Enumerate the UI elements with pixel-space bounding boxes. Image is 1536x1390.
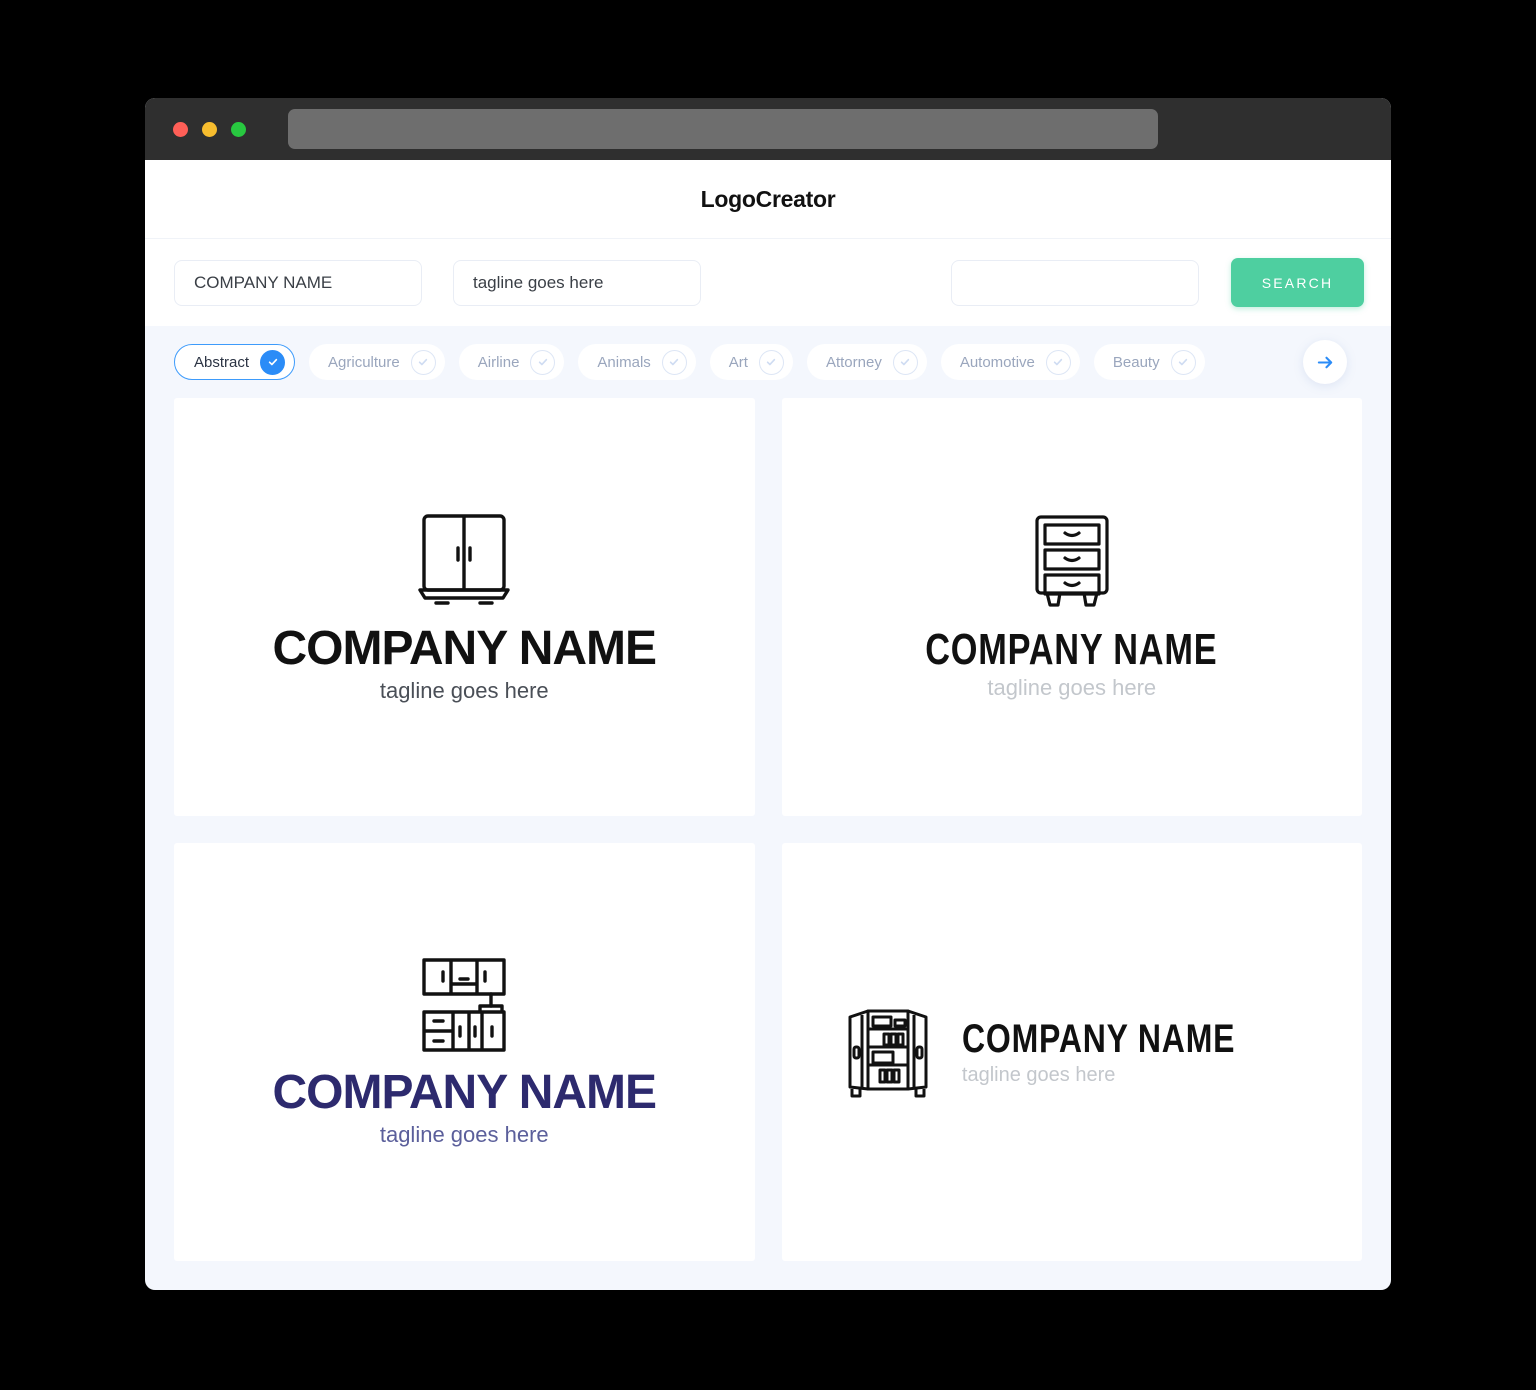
category-chip-label: Animals <box>597 353 651 371</box>
logo-results-grid: COMPANY NAME tagline goes here COMPANY N… <box>145 398 1391 1290</box>
category-chip-automotive[interactable]: Automotive <box>940 344 1080 380</box>
logo-tagline: tagline goes here <box>379 1122 549 1148</box>
check-icon <box>410 349 436 375</box>
logo-card[interactable]: COMPANY NAME tagline goes here <box>174 843 755 1261</box>
logo-company-name: COMPANY NAME <box>961 1016 1236 1061</box>
drawer-dresser-icon <box>1031 513 1113 609</box>
logo-company-name: COMPANY NAME <box>272 1065 657 1119</box>
url-bar[interactable] <box>288 109 1158 149</box>
company-name-input[interactable]: COMPANY NAME <box>174 259 422 306</box>
check-icon <box>1170 349 1196 375</box>
check-icon <box>530 349 556 375</box>
maximize-window-button[interactable] <box>231 121 246 137</box>
category-chip-label: Automotive <box>959 353 1035 371</box>
check-icon <box>758 349 784 375</box>
tagline-input[interactable]: tagline goes here <box>453 259 701 306</box>
category-chip-label: Airline <box>477 353 520 371</box>
keyword-input[interactable] <box>951 259 1199 306</box>
category-chip-attorney[interactable]: Attorney <box>806 344 927 380</box>
kitchen-cabinets-icon <box>418 956 510 1052</box>
logo-card[interactable]: COMPANY NAME tagline goes here <box>781 398 1362 816</box>
category-chip-label: Beauty <box>1112 353 1160 371</box>
logo-tagline: tagline goes here <box>987 675 1157 701</box>
logo-company-name: COMPANY NAME <box>925 624 1218 674</box>
app-header: LogoCreator <box>145 160 1391 238</box>
wardrobe-cabinet-icon <box>414 510 514 608</box>
check-icon <box>892 349 918 375</box>
logo-card[interactable]: COMPANY NAME tagline goes here <box>781 843 1362 1261</box>
browser-window: LogoCreator COMPANY NAME tagline goes he… <box>145 98 1391 1290</box>
category-filter-bar: Abstract Agriculture Airline Animals Art <box>145 326 1391 398</box>
check-icon <box>661 349 687 375</box>
search-toolbar: COMPANY NAME tagline goes here SEARCH <box>145 238 1391 326</box>
category-chip-label: Abstract <box>194 353 250 371</box>
traffic-lights <box>173 121 246 137</box>
category-chip-agriculture[interactable]: Agriculture <box>309 344 445 380</box>
app-brand-title: LogoCreator <box>700 185 836 212</box>
category-chip-beauty[interactable]: Beauty <box>1093 344 1205 380</box>
logo-tagline: tagline goes here <box>961 1063 1116 1086</box>
logo-tagline: tagline goes here <box>379 678 549 704</box>
category-chip-abstract[interactable]: Abstract <box>174 344 296 380</box>
category-chip-art[interactable]: Art <box>709 344 793 380</box>
category-chip-label: Art <box>728 353 748 371</box>
search-button[interactable]: SEARCH <box>1231 258 1364 307</box>
category-chip-animals[interactable]: Animals <box>578 344 696 380</box>
categories-next-button[interactable] <box>1303 340 1347 384</box>
logo-card[interactable]: COMPANY NAME tagline goes here <box>174 398 755 816</box>
title-bar <box>145 98 1391 160</box>
check-icon <box>1045 349 1071 375</box>
logo-company-name: COMPANY NAME <box>272 621 657 675</box>
open-wardrobe-icon <box>840 1003 936 1101</box>
category-chip-airline[interactable]: Airline <box>458 344 565 380</box>
minimize-window-button[interactable] <box>202 121 217 137</box>
category-chip-label: Agriculture <box>328 353 400 371</box>
check-icon <box>260 349 286 375</box>
arrow-right-icon <box>1317 356 1332 368</box>
category-chip-label: Attorney <box>825 353 882 371</box>
close-window-button[interactable] <box>173 121 188 137</box>
